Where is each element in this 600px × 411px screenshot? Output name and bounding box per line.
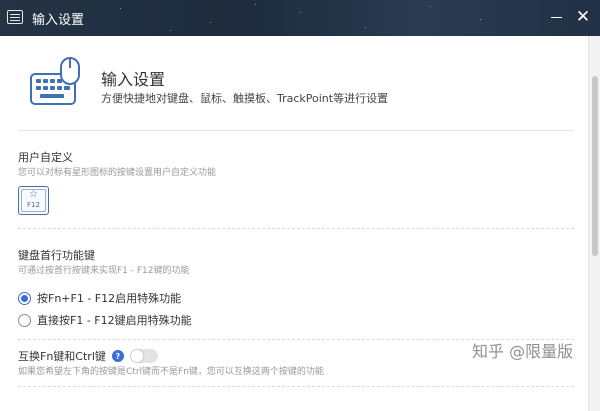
swap-section-title: 互换Fn键和Ctrl键 bbox=[18, 350, 106, 363]
minimize-button[interactable] bbox=[545, 6, 567, 28]
swap-fn-ctrl-row: 互换Fn键和Ctrl键 ? bbox=[18, 348, 158, 364]
scrollbar-thumb[interactable] bbox=[592, 76, 598, 256]
watermark: 知乎 @限量版 bbox=[472, 342, 574, 361]
f12-custom-key-button[interactable]: ☆ F12 bbox=[18, 186, 49, 215]
keyboard-mouse-icon bbox=[30, 57, 80, 105]
radio-button[interactable] bbox=[18, 313, 31, 327]
fn-option-direct[interactable]: 直接按F1 - F12键启用特殊功能 bbox=[18, 312, 192, 328]
titlebar-background bbox=[0, 0, 600, 36]
fn-section-title: 键盘首行功能键 bbox=[18, 249, 95, 262]
fn-section-description: 可通过按首行按键来实现F1 - F12键的功能 bbox=[18, 266, 190, 276]
title-bar: 输入设置 ✕ bbox=[0, 0, 600, 36]
star-icon: ☆ bbox=[29, 189, 38, 200]
settings-window: 输入设置 ✕ 输入设置 方便快捷地对键盘、鼠标、触摸板、TrackPoint等进… bbox=[0, 0, 600, 411]
custom-section-description: 您可以对标有星形图标的按键设置用户自定义功能 bbox=[18, 168, 217, 178]
swap-section-description: 如果您希望左下角的按键是Ctrl键而不是Fn键，您可以互换这两个按键的功能 bbox=[18, 367, 324, 377]
fn-option-label: 按Fn+F1 - F12启用特殊功能 bbox=[37, 292, 182, 305]
header-divider bbox=[18, 130, 574, 131]
section-divider bbox=[18, 228, 574, 229]
fn-option-fn-combo[interactable]: 按Fn+F1 - F12启用特殊功能 bbox=[18, 290, 181, 306]
custom-section-title: 用户自定义 bbox=[18, 151, 73, 164]
help-icon[interactable]: ? bbox=[111, 350, 124, 362]
page-title: 输入设置 bbox=[101, 70, 166, 89]
fn-option-label: 直接按F1 - F12键启用特殊功能 bbox=[37, 314, 192, 327]
key-label: F12 bbox=[27, 201, 40, 209]
radio-button-checked[interactable] bbox=[18, 291, 31, 305]
close-button[interactable]: ✕ bbox=[572, 6, 594, 28]
section-divider bbox=[18, 386, 574, 387]
vertical-scrollbar[interactable] bbox=[588, 36, 600, 411]
swap-fn-ctrl-toggle[interactable] bbox=[129, 349, 158, 363]
page-description: 方便快捷地对键盘、鼠标、触摸板、TrackPoint等进行设置 bbox=[101, 92, 389, 105]
app-keyboard-icon bbox=[7, 10, 23, 24]
window-title: 输入设置 bbox=[32, 13, 85, 28]
